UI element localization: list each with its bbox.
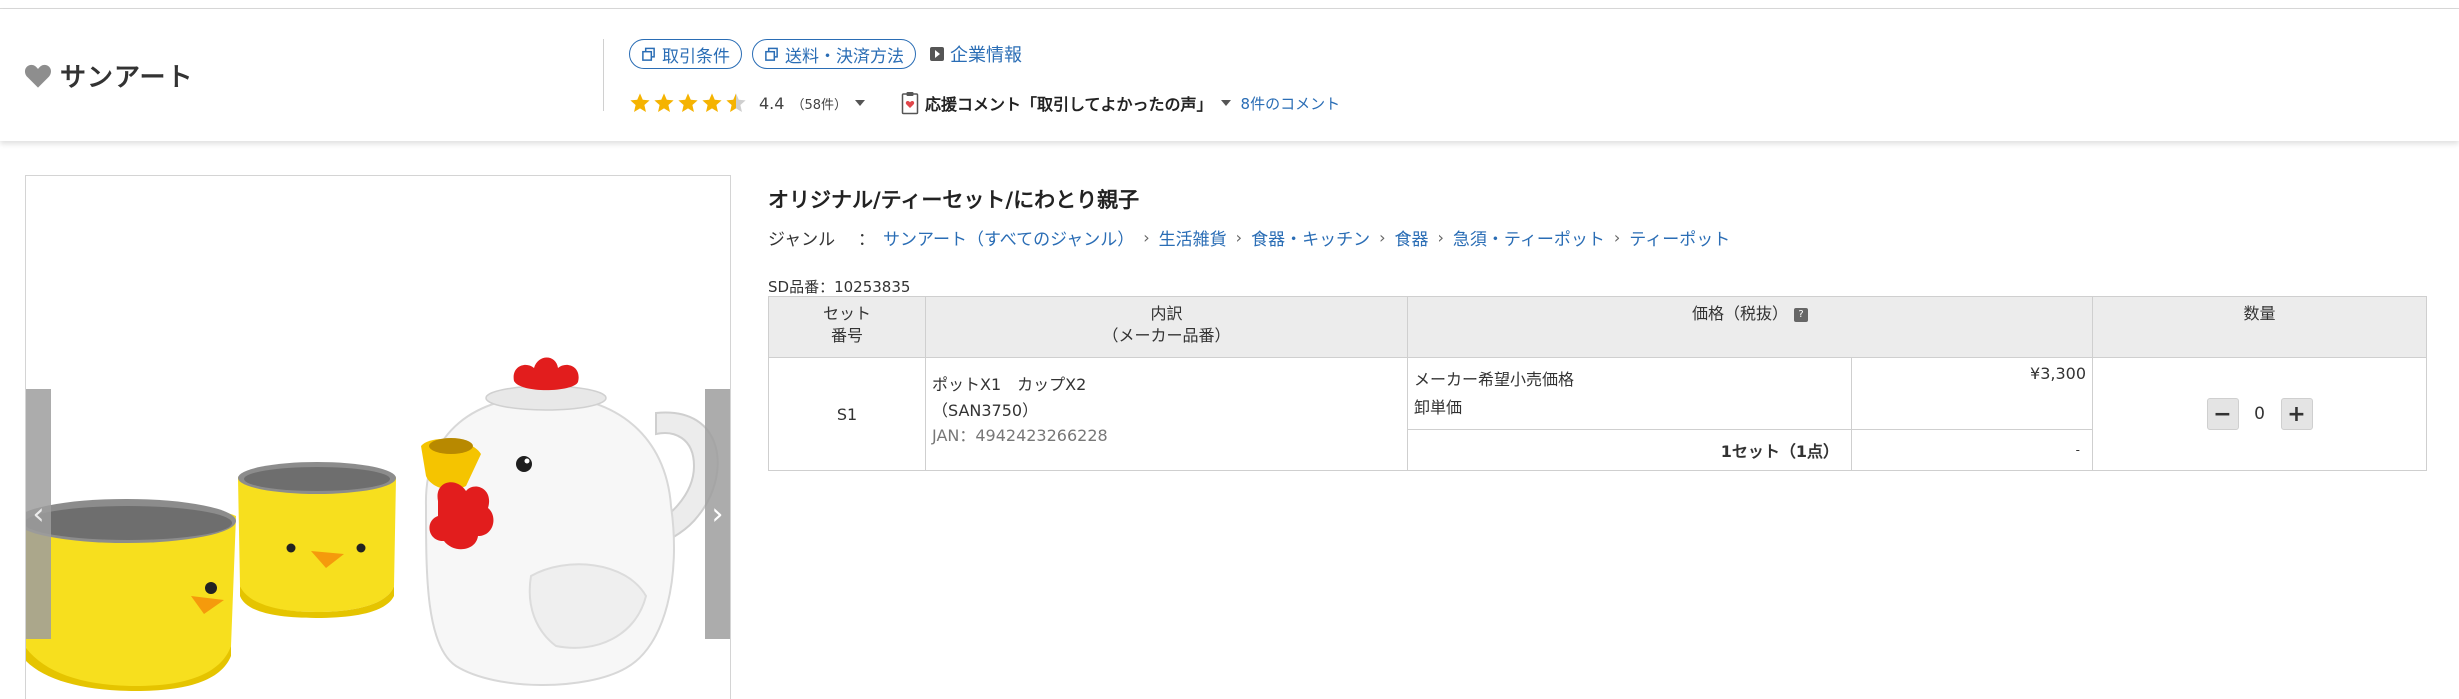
quantity-header: 数量 bbox=[2092, 296, 2428, 358]
detail-header-line2: （メーカー品番） bbox=[1102, 325, 1231, 345]
half-star-icon bbox=[726, 93, 746, 112]
shop-name-group[interactable]: サンアート bbox=[24, 57, 193, 94]
product-image-gallery: ‹ › bbox=[25, 175, 731, 699]
quantity-cell: − 0 + bbox=[2092, 357, 2428, 471]
terms-button[interactable]: 取引条件 bbox=[629, 39, 742, 69]
chevron-right-icon: › bbox=[1437, 228, 1444, 247]
clipboard-heart-icon bbox=[901, 92, 919, 115]
price-value-cell: ¥3,300 bbox=[1850, 357, 2094, 430]
sd-product-code: SD品番：10253835 bbox=[768, 278, 911, 296]
chick-cup-small bbox=[238, 462, 396, 618]
breadcrumb-link[interactable]: 生活雑貨 bbox=[1159, 225, 1227, 250]
copy-icon bbox=[765, 47, 778, 61]
increment-button[interactable]: + bbox=[2280, 398, 2313, 430]
detail-line1: ポットX1 カップX2 bbox=[932, 375, 1087, 394]
breadcrumb-link[interactable]: 食器 bbox=[1394, 225, 1428, 250]
detail-cell: ポットX1 カップX2 （SAN3750） JAN：4942423266228 bbox=[925, 357, 1408, 471]
quantity-stepper[interactable]: − 0 + bbox=[2206, 398, 2313, 430]
decrement-button[interactable]: − bbox=[2206, 398, 2239, 430]
table-header-row: セット 番号 内訳 （メーカー品番） 価格（税抜）? 数量 bbox=[768, 296, 2428, 358]
rating-count: （58件） bbox=[791, 97, 847, 113]
company-info-label: 企業情報 bbox=[950, 45, 1022, 66]
per-set-value: - bbox=[1850, 429, 2094, 471]
star-icon bbox=[654, 93, 674, 112]
wholesale-label: 卸単価 bbox=[1414, 398, 1463, 417]
genre-breadcrumb: ジャンル ： サンアート（すべてのジャンル） › 生活雑貨 › 食器・キッチン … bbox=[768, 225, 1730, 250]
set-header-line1: セット bbox=[822, 304, 871, 323]
arrow-square-icon bbox=[930, 47, 944, 61]
copy-icon bbox=[642, 47, 655, 61]
breadcrumb-link[interactable]: 食器・キッチン bbox=[1251, 225, 1370, 250]
quantity-value[interactable]: 0 bbox=[2245, 404, 2275, 424]
set-number-header: セット 番号 bbox=[768, 296, 926, 358]
star-icon bbox=[630, 93, 650, 112]
product-title: オリジナル/ティーセット/にわとり親子 bbox=[768, 188, 1140, 212]
genre-label: ジャンル bbox=[768, 230, 836, 250]
chevron-right-icon: › bbox=[1379, 228, 1386, 247]
msrp-value: ¥3,300 bbox=[2030, 364, 2087, 383]
detail-header-line1: 内訳 bbox=[1150, 304, 1183, 323]
shipping-label: 送料・決済方法 bbox=[785, 46, 904, 67]
terms-label: 取引条件 bbox=[662, 46, 730, 67]
breadcrumb-link[interactable]: ティーポット bbox=[1629, 225, 1730, 250]
header-divider bbox=[603, 39, 604, 111]
jan-code: JAN：4942423266228 bbox=[932, 426, 1108, 446]
rating-stars bbox=[629, 92, 747, 114]
msrp-label: メーカー希望小売価格 bbox=[1414, 370, 1575, 389]
gallery-prev-button[interactable]: ‹ bbox=[26, 389, 51, 639]
set-header-line2: 番号 bbox=[830, 325, 863, 345]
shop-name[interactable]: サンアート bbox=[60, 57, 193, 94]
chevron-down-icon[interactable] bbox=[1220, 100, 1231, 106]
heart-icon[interactable] bbox=[24, 63, 52, 89]
hen-teapot bbox=[421, 357, 719, 686]
chick-cup-large bbox=[26, 499, 236, 691]
chevron-down-icon[interactable] bbox=[855, 100, 865, 106]
gallery-next-button[interactable]: › bbox=[705, 389, 730, 639]
shop-header: サンアート 取引条件 送料・決済方法 企業情報 4.4 （58件） 応援コメント… bbox=[0, 9, 2459, 141]
breadcrumb-link[interactable]: 急須・ティーポット bbox=[1453, 225, 1605, 250]
help-icon[interactable]: ? bbox=[1794, 307, 1809, 322]
detail-header: 内訳 （メーカー品番） bbox=[925, 296, 1408, 358]
table-row: S1 ポットX1 カップX2 （SAN3750） JAN：49424232662… bbox=[768, 357, 2428, 471]
chevron-right-icon: › bbox=[1613, 228, 1621, 247]
price-header: 価格（税抜）? bbox=[1406, 296, 2094, 358]
rating-row: 4.4 （58件） 応援コメント「取引してよかったの声」 8件のコメント bbox=[629, 91, 1340, 115]
shop-links: 取引条件 送料・決済方法 企業情報 bbox=[629, 39, 1022, 69]
detail-line2: （SAN3750） bbox=[932, 400, 1039, 420]
product-items-table: セット 番号 内訳 （メーカー品番） 価格（税抜）? 数量 S1 ポットX1 カ… bbox=[768, 296, 2428, 471]
price-label-cell: メーカー希望小売価格 卸単価 bbox=[1407, 357, 1852, 430]
breadcrumb-link[interactable]: サンアート（すべてのジャンル） bbox=[883, 225, 1134, 250]
company-info-link[interactable]: 企業情報 bbox=[930, 41, 1022, 67]
chevron-right-icon: › bbox=[1143, 228, 1150, 247]
rating-value: 4.4 bbox=[759, 93, 785, 113]
per-set-label: 1セット（1点） bbox=[1407, 429, 1852, 471]
genre-colon: ： bbox=[858, 230, 875, 250]
chevron-right-icon: › bbox=[1235, 228, 1243, 247]
shipping-button[interactable]: 送料・決済方法 bbox=[752, 39, 916, 69]
star-icon bbox=[702, 93, 722, 112]
comments-count-link[interactable]: 8件のコメント bbox=[1241, 93, 1341, 114]
price-header-label: 価格（税抜） bbox=[1692, 304, 1789, 323]
support-comments-title[interactable]: 応援コメント「取引してよかったの声」 bbox=[925, 91, 1213, 115]
quantity-header-label: 数量 bbox=[2243, 304, 2276, 323]
star-icon bbox=[678, 93, 698, 112]
set-number-cell: S1 bbox=[768, 357, 926, 471]
product-photo bbox=[26, 357, 719, 691]
